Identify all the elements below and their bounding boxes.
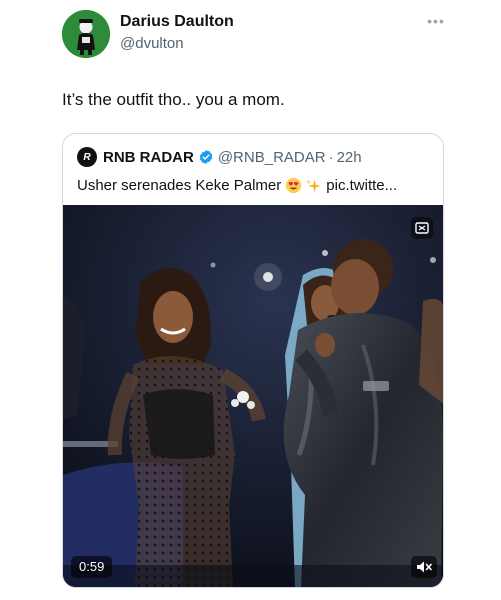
author-name[interactable]: Darius Daulton	[120, 13, 234, 31]
mute-toggle-button[interactable]	[411, 556, 437, 578]
separator-dot: ·	[328, 148, 334, 166]
quoted-tweet-link[interactable]: pic.twitte...	[326, 177, 397, 194]
quoted-tweet-body: Usher serenades Keke Palmer	[77, 177, 282, 194]
tweet: Darius Daulton @dvulton ••• It’s the out…	[0, 0, 501, 600]
sparkles-emoji-icon	[306, 178, 322, 192]
video-duration: 0:59	[71, 556, 113, 578]
quoted-account-name[interactable]: RNB RADAR	[103, 149, 194, 166]
verified-badge-icon	[199, 150, 213, 164]
video-badge[interactable]	[411, 217, 433, 239]
video-player[interactable]: 0:59	[63, 205, 443, 587]
quoted-tweet-text: Usher serenades Keke Palmer pic.twitte..…	[77, 177, 397, 194]
quoted-tweet-card[interactable]: R RNB RADAR @RNB_RADAR · 22h Usher seren…	[62, 133, 444, 588]
heart-eyes-emoji-icon	[286, 177, 302, 194]
video-frame	[63, 205, 443, 587]
author-handle[interactable]: @dvulton	[120, 35, 184, 52]
speaker-muted-icon	[417, 561, 432, 573]
quoted-account-handle[interactable]: @RNB_RADAR	[218, 149, 326, 166]
author-avatar[interactable]	[62, 10, 110, 58]
more-horizontal-icon: •••	[427, 13, 445, 29]
gif-badge-icon	[415, 222, 429, 234]
quoted-tweet-header: R RNB RADAR @RNB_RADAR · 22h	[77, 147, 362, 167]
quoted-tweet-time[interactable]: 22h	[337, 149, 362, 166]
avatar-figure-icon	[62, 10, 110, 58]
more-options-button[interactable]: •••	[424, 14, 448, 28]
quoted-account-avatar[interactable]: R	[77, 147, 97, 167]
tweet-text: It’s the outfit tho.. you a mom.	[62, 90, 285, 109]
